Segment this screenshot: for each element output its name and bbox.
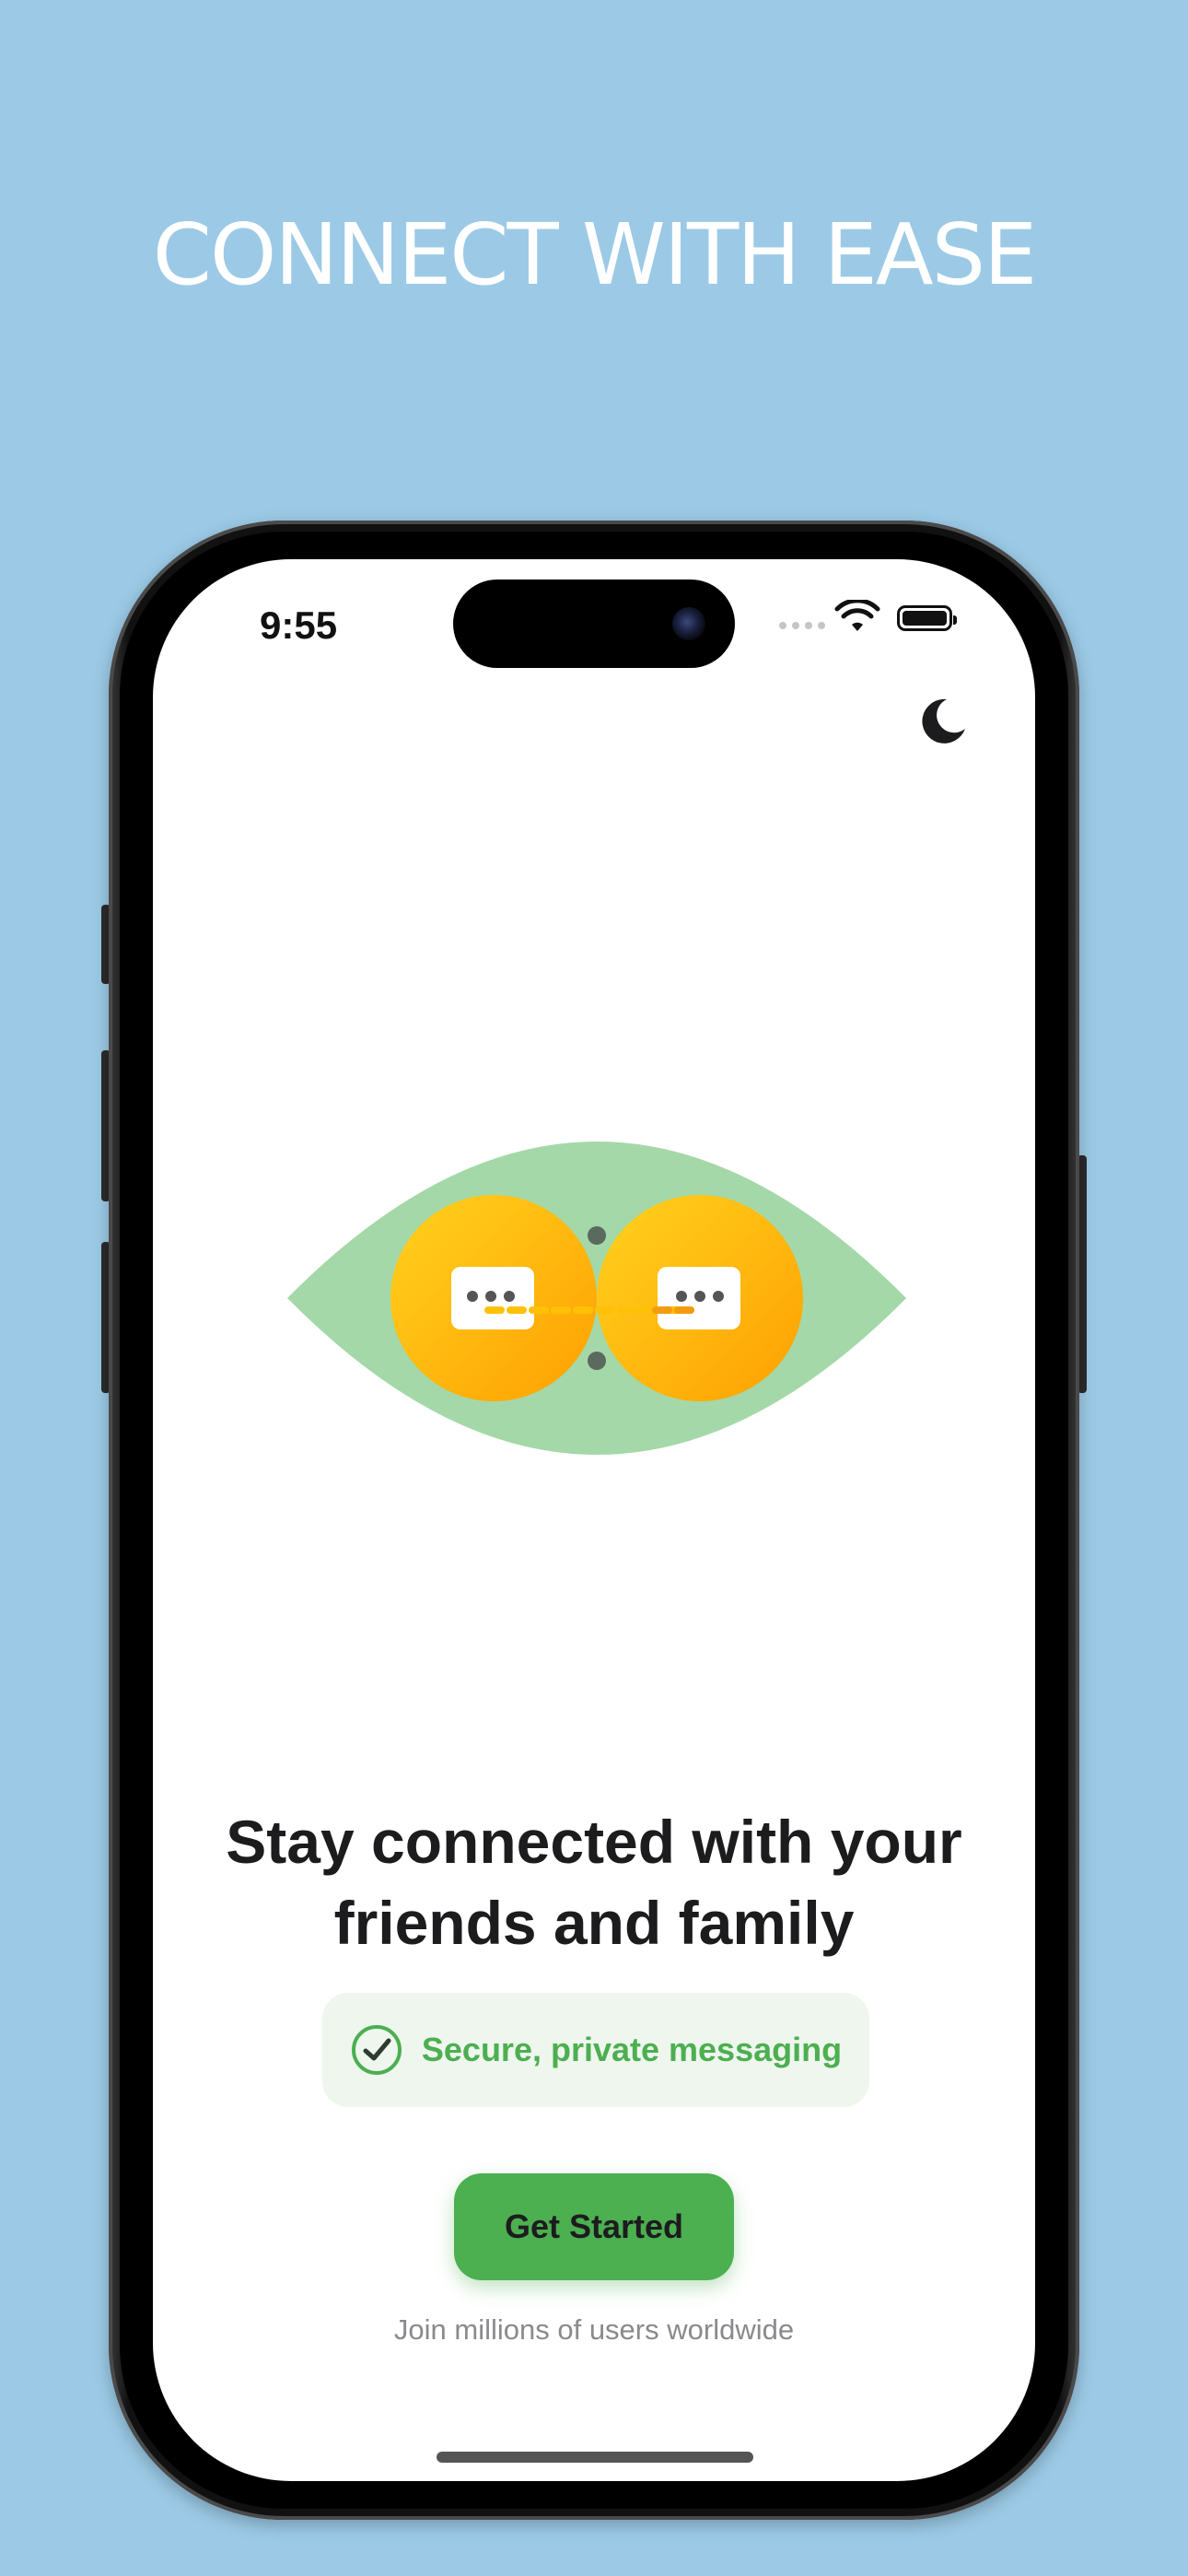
phone-screen: 9:55 Stay connected with your friends an…	[153, 559, 1035, 2481]
phone-frame: 9:55 Stay connected with your friends an…	[109, 521, 1079, 2520]
status-time: 9:55	[260, 603, 338, 647]
battery-level	[903, 611, 947, 626]
home-indicator[interactable]	[437, 2452, 753, 2463]
dynamic-island	[453, 580, 735, 668]
signal-icon	[779, 622, 825, 629]
hero-title: Stay connected with your friends and fam…	[153, 1801, 1035, 1963]
moon-icon[interactable]	[919, 696, 969, 745]
hero-title-line-2: friends and family	[333, 1889, 855, 1957]
connector-dot-top	[588, 1226, 606, 1245]
check-circle-icon	[351, 2025, 402, 2075]
camera-icon	[672, 607, 705, 640]
security-badge-text: Secure, private messaging	[421, 2031, 843, 2068]
banner-headline: CONNECT WITH EASE	[152, 205, 1037, 304]
wifi-icon	[834, 600, 880, 631]
security-badge: Secure, private messaging	[322, 1993, 869, 2107]
get-started-button[interactable]: Get Started	[454, 2173, 734, 2280]
footnote-text: Join millions of users worldwide	[393, 2313, 795, 2346]
hero-title-line-1: Stay connected with your	[226, 1808, 962, 1876]
connector-dot-bottom	[588, 1352, 606, 1370]
battery-icon	[897, 605, 957, 631]
connection-illustration	[287, 1142, 906, 1455]
